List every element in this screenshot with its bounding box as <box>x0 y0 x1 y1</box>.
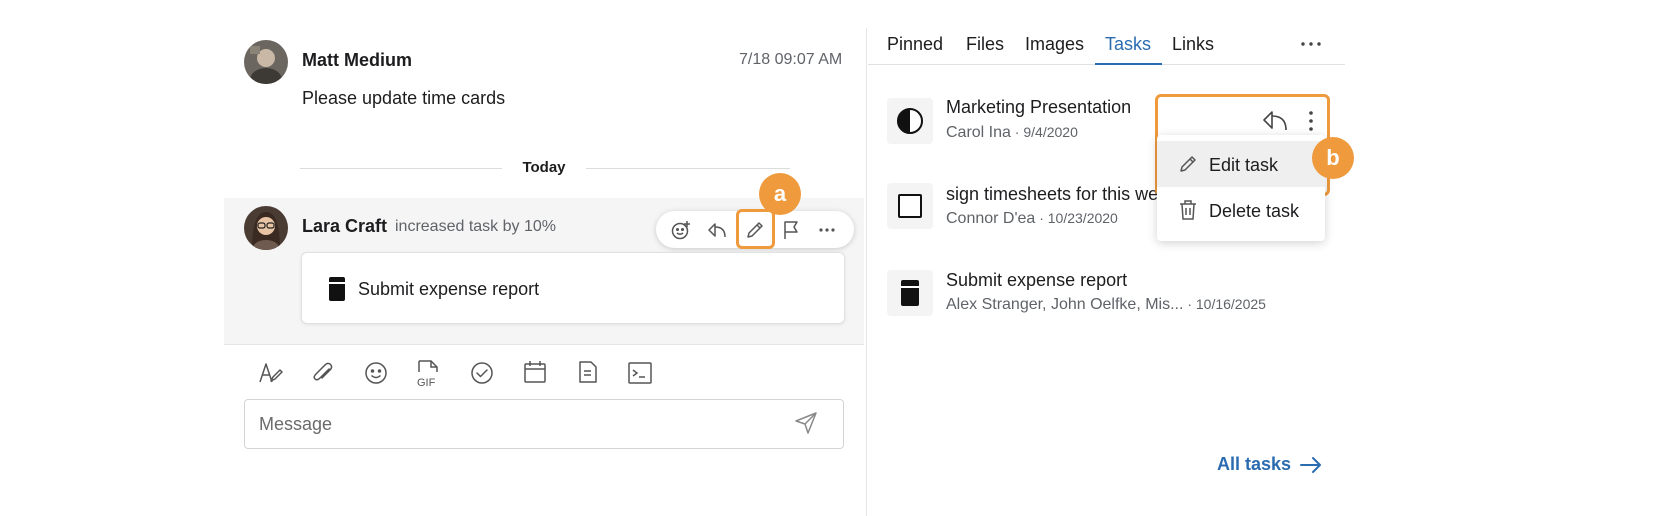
note-icon[interactable] <box>575 359 601 385</box>
avatar-lara-craft[interactable] <box>244 206 288 250</box>
arrow-right-icon[interactable] <box>1298 453 1324 477</box>
all-tasks-label: All tasks <box>1217 454 1292 474</box>
date-divider: Today <box>522 159 566 176</box>
task-title[interactable]: Marketing Presentation <box>946 97 1131 118</box>
attachment-icon[interactable] <box>310 360 336 386</box>
tab-images[interactable]: Images <box>1025 34 1084 55</box>
sender-name[interactable]: Lara Craft <box>302 216 387 237</box>
callout-badge-b: b <box>1312 137 1354 179</box>
message-timestamp: 7/18 09:07 AM <box>739 51 843 68</box>
callout-badge-a: a <box>759 173 801 215</box>
task-card[interactable]: Submit expense report <box>301 252 845 324</box>
divider-line-right <box>586 168 790 169</box>
task-check-icon[interactable] <box>469 360 495 386</box>
trash-icon <box>1177 199 1199 221</box>
menu-item-label: Delete task <box>1209 201 1300 221</box>
task-assignee: Connor D'ea <box>946 210 1036 227</box>
message-text: Please update time cards <box>302 88 506 108</box>
flag-icon[interactable] <box>780 219 802 241</box>
menu-item-edit-task[interactable]: Edit task <box>1157 141 1325 187</box>
task-date: · 9/4/2020 <box>1010 124 1078 140</box>
half-circle-progress-icon <box>887 98 933 144</box>
tab-files[interactable]: Files <box>966 34 1004 55</box>
tab-tasks[interactable]: Tasks <box>1105 34 1151 55</box>
task-card-title: Submit expense report <box>358 279 540 299</box>
empty-square-icon[interactable] <box>887 183 933 229</box>
filled-progress-icon <box>887 270 933 316</box>
message-action: increased task by 10% <box>395 218 556 235</box>
task-subtitle: Connor D'ea · 10/23/2020 <box>946 210 1118 228</box>
gif-icon[interactable]: GIF <box>416 358 442 388</box>
add-reaction-icon[interactable] <box>670 219 692 241</box>
menu-item-delete-task[interactable]: Delete task <box>1157 187 1325 233</box>
code-snippet-icon[interactable] <box>627 360 653 386</box>
emoji-icon[interactable] <box>363 360 389 386</box>
task-assignee: Alex Stranger, John Oelfke, Mis... <box>946 296 1184 313</box>
reply-icon[interactable] <box>1261 108 1289 132</box>
edit-pencil-icon <box>1177 153 1199 175</box>
active-tab-indicator <box>1095 63 1162 65</box>
task-date: · 10/16/2025 <box>1183 296 1266 312</box>
tab-links[interactable]: Links <box>1172 34 1214 55</box>
reply-icon[interactable] <box>706 219 728 241</box>
more-horizontal-icon[interactable] <box>1299 34 1323 54</box>
callout-highlight-a <box>736 209 775 249</box>
composer-divider <box>224 344 864 345</box>
filled-progress-icon <box>329 277 345 301</box>
divider-line-left <box>300 168 502 169</box>
avatar-matt-medium[interactable] <box>244 40 288 84</box>
all-tasks-link[interactable]: All tasks <box>1217 454 1291 475</box>
text-format-icon[interactable] <box>257 360 283 386</box>
task-title[interactable]: Submit expense report <box>946 270 1127 291</box>
more-horizontal-icon[interactable] <box>816 219 838 241</box>
task-subtitle: Carol Ina · 9/4/2020 <box>946 124 1078 142</box>
message-input-placeholder: Message <box>259 414 333 434</box>
more-vertical-icon[interactable] <box>1301 108 1321 134</box>
task-title[interactable]: sign timesheets for this we <box>946 184 1158 205</box>
send-icon[interactable] <box>793 410 819 436</box>
sender-name[interactable]: Matt Medium <box>302 50 412 71</box>
tab-pinned[interactable]: Pinned <box>887 34 943 55</box>
svg-text:GIF: GIF <box>417 377 436 388</box>
panel-divider <box>866 28 867 516</box>
message-input[interactable]: Message <box>244 399 844 449</box>
task-context-menu: Edit task Delete task <box>1157 135 1325 241</box>
task-subtitle: Alex Stranger, John Oelfke, Mis... · 10/… <box>946 296 1266 314</box>
task-assignee: Carol Ina <box>946 124 1011 141</box>
calendar-icon[interactable] <box>522 359 548 385</box>
task-date: · 10/23/2020 <box>1035 210 1118 226</box>
menu-item-label: Edit task <box>1209 155 1279 175</box>
